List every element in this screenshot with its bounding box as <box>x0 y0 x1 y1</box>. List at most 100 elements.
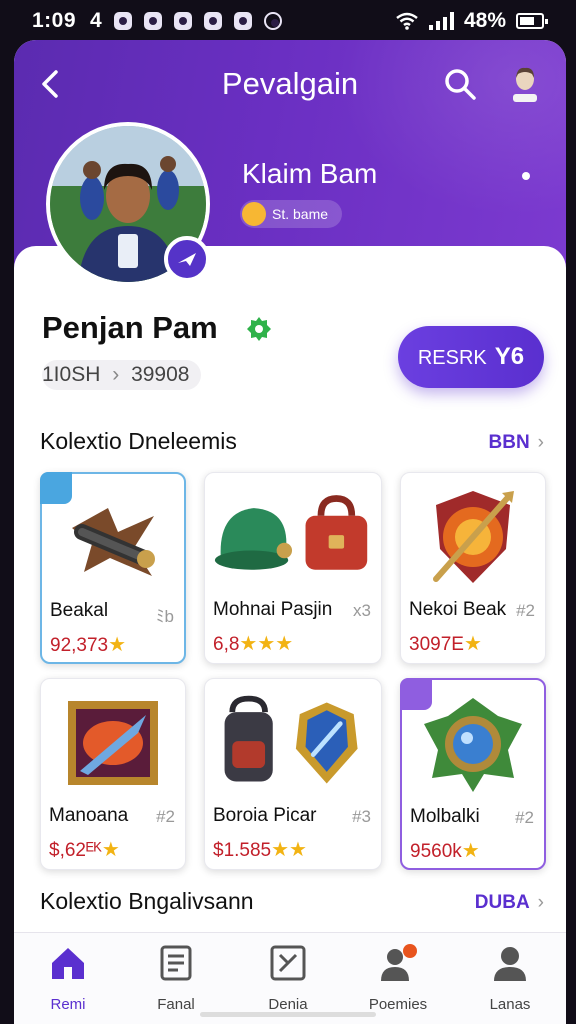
home-indicator <box>200 1012 376 1017</box>
chevron-right-icon: › <box>537 892 544 913</box>
nav-people[interactable]: Poemies <box>348 943 448 1013</box>
search-icon[interactable] <box>442 66 478 102</box>
app-screen: Pevalgain Klaim Bam St. bame Penjan Pam … <box>14 40 566 1024</box>
collection-item[interactable]: Nekoi Beak #2 3097E★ <box>400 472 546 664</box>
item-name: Beakal <box>50 600 109 621</box>
nav-label: Remi <box>50 996 86 1013</box>
stats-left: 1I0SH <box>42 363 101 386</box>
collection-item[interactable]: Boroia Picar #3 $1.585★★ <box>204 678 382 870</box>
item-count: #2 <box>516 601 535 620</box>
phone-frame: 1:09 4 48% Pevalgain Klaim Bam St. bame … <box>0 0 576 1024</box>
star-rating-icon: ★ <box>461 840 480 862</box>
cta-button[interactable]: RESRK Y6 <box>398 326 544 388</box>
top-bar: Pevalgain <box>14 56 566 112</box>
profile-stats: 1I0SH › 39908 <box>42 360 202 390</box>
item-art-scroll <box>50 482 176 594</box>
section-title: Kolextio Bngalivsann <box>40 888 254 914</box>
status-pill: St. bame <box>240 200 343 228</box>
stats-separator: › <box>112 363 120 386</box>
emoji-icon <box>242 202 266 226</box>
item-price-value: 3097E <box>409 634 464 655</box>
item-count: #3 <box>352 807 371 826</box>
notification-icon <box>263 12 282 30</box>
collection-item[interactable]: Molbalki #2 9560k★ <box>400 678 546 870</box>
status-extra: 4 <box>90 9 102 32</box>
star-rating-icon: ★ <box>463 633 482 655</box>
notification-icon <box>233 12 252 30</box>
item-art-shield <box>409 481 537 593</box>
collection-item[interactable]: Mohnai Pasjin x3 6,8★★★ <box>204 472 382 664</box>
nav-label: Fanal <box>157 996 195 1013</box>
person-icon <box>494 947 526 981</box>
star-rating-icon: ★★★ <box>239 633 294 655</box>
item-count: #2 <box>156 807 175 826</box>
profile-card: Penjan Pam 1I0SH › 39908 RESRK Y6 Kolexti… <box>14 246 566 1024</box>
item-price: 9560k★ <box>410 838 480 863</box>
item-price-value: 6,8 <box>213 634 240 655</box>
tools-icon <box>270 945 306 981</box>
collection-item[interactable]: Manoana #2 $,62ᴱᴷ★ <box>40 678 186 870</box>
nav-tools[interactable]: Denia <box>238 943 338 1013</box>
item-count: x3 <box>353 601 371 620</box>
bottom-navigation: Remi Fanal Denia Poemies Lanas <box>14 932 566 1024</box>
item-price: 3097E★ <box>409 631 482 656</box>
user-icon[interactable] <box>510 66 540 102</box>
verified-gear-icon <box>247 317 271 341</box>
notification-icon <box>113 12 132 30</box>
nav-label: Denia <box>268 996 308 1013</box>
cta-label: RESRK <box>417 347 487 369</box>
item-name: Mohnai Pasjin <box>213 599 333 620</box>
nav-label: Lanas <box>489 996 531 1013</box>
profile-name: Penjan Pam <box>42 310 218 345</box>
section-see-all[interactable]: DUBA › <box>475 892 544 914</box>
item-name: Molbalki <box>410 806 480 827</box>
stats-right: 39908 <box>131 363 190 386</box>
nav-label: Poemies <box>368 996 428 1013</box>
notification-icon <box>143 12 162 30</box>
collection-item[interactable]: Beakal ﾐb 92,373★ <box>40 472 186 664</box>
nav-profile[interactable]: Lanas <box>460 943 560 1013</box>
hero-name: Klaim Bam <box>242 158 378 189</box>
item-art-helmet-bag <box>213 481 373 593</box>
battery-icon <box>516 13 548 29</box>
item-price: 92,373★ <box>50 632 126 657</box>
item-price: 6,8★★★ <box>213 631 293 656</box>
section-link-label: DUBA <box>474 892 530 913</box>
star-rating-icon: ★ <box>108 634 127 656</box>
nav-home[interactable]: Remi <box>18 943 118 1013</box>
notification-icon <box>173 12 192 30</box>
item-art-card <box>49 687 177 799</box>
item-name: Manoana <box>49 805 129 826</box>
item-name: Nekoi Beak <box>409 599 507 620</box>
item-count: ﾐb <box>156 607 174 626</box>
verified-badge-icon <box>164 236 210 282</box>
home-icon <box>52 948 84 979</box>
star-rating-icon: ★★ <box>271 839 307 861</box>
status-bar: 1:09 4 48% <box>0 0 576 42</box>
item-price: $1.585★★ <box>213 837 307 862</box>
section-see-all[interactable]: BBN › <box>489 432 545 454</box>
wifi-icon <box>396 12 418 30</box>
item-price-value: 92,373 <box>50 635 109 656</box>
item-name: Boroia Picar <box>213 805 317 826</box>
document-icon <box>160 945 192 981</box>
item-price-value: $,62ᴱᴷ <box>49 840 102 861</box>
nav-document[interactable]: Fanal <box>126 943 226 1013</box>
signal-icon <box>428 12 454 30</box>
notification-icons <box>113 12 282 30</box>
section-link-label: BBN <box>488 432 530 453</box>
item-price: $,62ᴱᴷ★ <box>49 837 120 862</box>
people-icon <box>381 944 417 981</box>
section-title: Kolextio Dneleemis <box>40 428 237 454</box>
status-pill-text: St. bame <box>272 206 329 222</box>
chevron-right-icon: › <box>537 432 544 453</box>
item-art-amulet <box>410 688 536 800</box>
star-rating-icon: ★ <box>101 839 120 861</box>
item-price-value: $1.585 <box>213 840 272 861</box>
item-count: #2 <box>515 808 534 827</box>
status-time: 1:09 <box>32 9 77 32</box>
page-title: Pevalgain <box>221 66 359 101</box>
cta-value: Y6 <box>494 343 525 370</box>
more-dot-icon[interactable] <box>522 172 530 180</box>
item-art-backpack-emblem <box>213 687 373 799</box>
